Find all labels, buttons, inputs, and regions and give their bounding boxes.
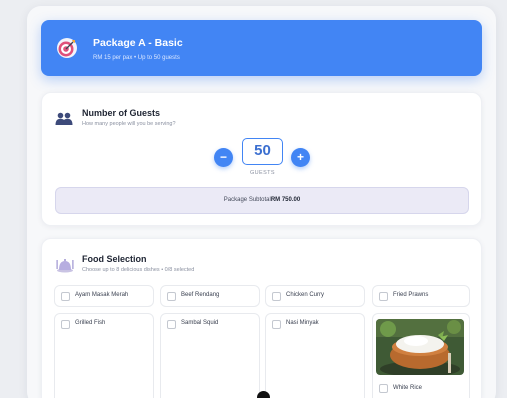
food-checkbox[interactable] [61,320,70,329]
food-item-chicken-curry[interactable]: Chicken Curry [265,285,365,307]
package-header[interactable]: Package A - Basic RM 15 per pax • Up to … [41,20,482,76]
food-item-label: Sambal Squid [181,320,219,326]
food-item-label: Beef Rendang [181,292,220,298]
package-title: Package A - Basic [93,37,183,49]
increment-guests-button[interactable]: + [291,148,310,167]
white-rice-photo [376,319,464,375]
guests-section: Number of Guests How many people will yo… [41,92,482,226]
food-item-ayam-masak-merah[interactable]: Ayam Masak Merah [54,285,154,307]
food-item-sambal-squid[interactable]: Sambal Squid [160,313,260,398]
subtotal-value: RM 750.00 [270,197,301,203]
food-checkbox[interactable] [167,320,176,329]
dining-icon [56,259,74,273]
guests-subtitle: How many people will you be serving? [82,121,176,127]
people-icon [55,112,73,125]
food-item-nasi-minyak[interactable]: Nasi Minyak [265,313,365,398]
food-item-label: White Rice [393,385,423,391]
package-subtitle: RM 15 per pax • Up to 50 guests [93,55,180,61]
food-item-grilled-fish[interactable]: Grilled Fish [54,313,154,398]
target-icon [57,38,77,58]
decrement-guests-button[interactable]: − [214,148,233,167]
food-item-label: Chicken Curry [286,292,325,298]
subtotal-label: Package Subtotal [223,197,271,203]
food-checkbox[interactable] [379,384,388,393]
food-checkbox[interactable] [272,320,281,329]
package-subtotal: Package SubtotalRM 750.00 [55,187,469,214]
food-checkbox[interactable] [61,292,70,301]
food-section: Food Selection Choose up to 8 delicious … [41,238,482,398]
mouse-cursor [257,391,270,398]
food-item-label: Nasi Minyak [286,320,319,326]
food-item-fried-prawns[interactable]: Fried Prawns [372,285,470,307]
food-checkbox[interactable] [272,292,281,301]
food-item-label: Fried Prawns [393,292,429,298]
food-item-label: Grilled Fish [75,320,106,326]
guest-unit-label: GUESTS [249,170,275,176]
food-checkbox[interactable] [167,292,176,301]
food-item-label: Ayam Masak Merah [75,292,129,298]
food-item-white-rice[interactable]: White Rice [372,313,470,398]
food-title: Food Selection [82,254,147,264]
guests-title: Number of Guests [82,108,161,118]
guest-count-input[interactable]: 50 [242,138,283,165]
food-checkbox[interactable] [379,292,388,301]
food-subtitle: Choose up to 8 delicious dishes • 0/8 se… [82,267,195,273]
food-item-beef-rendang[interactable]: Beef Rendang [160,285,260,307]
